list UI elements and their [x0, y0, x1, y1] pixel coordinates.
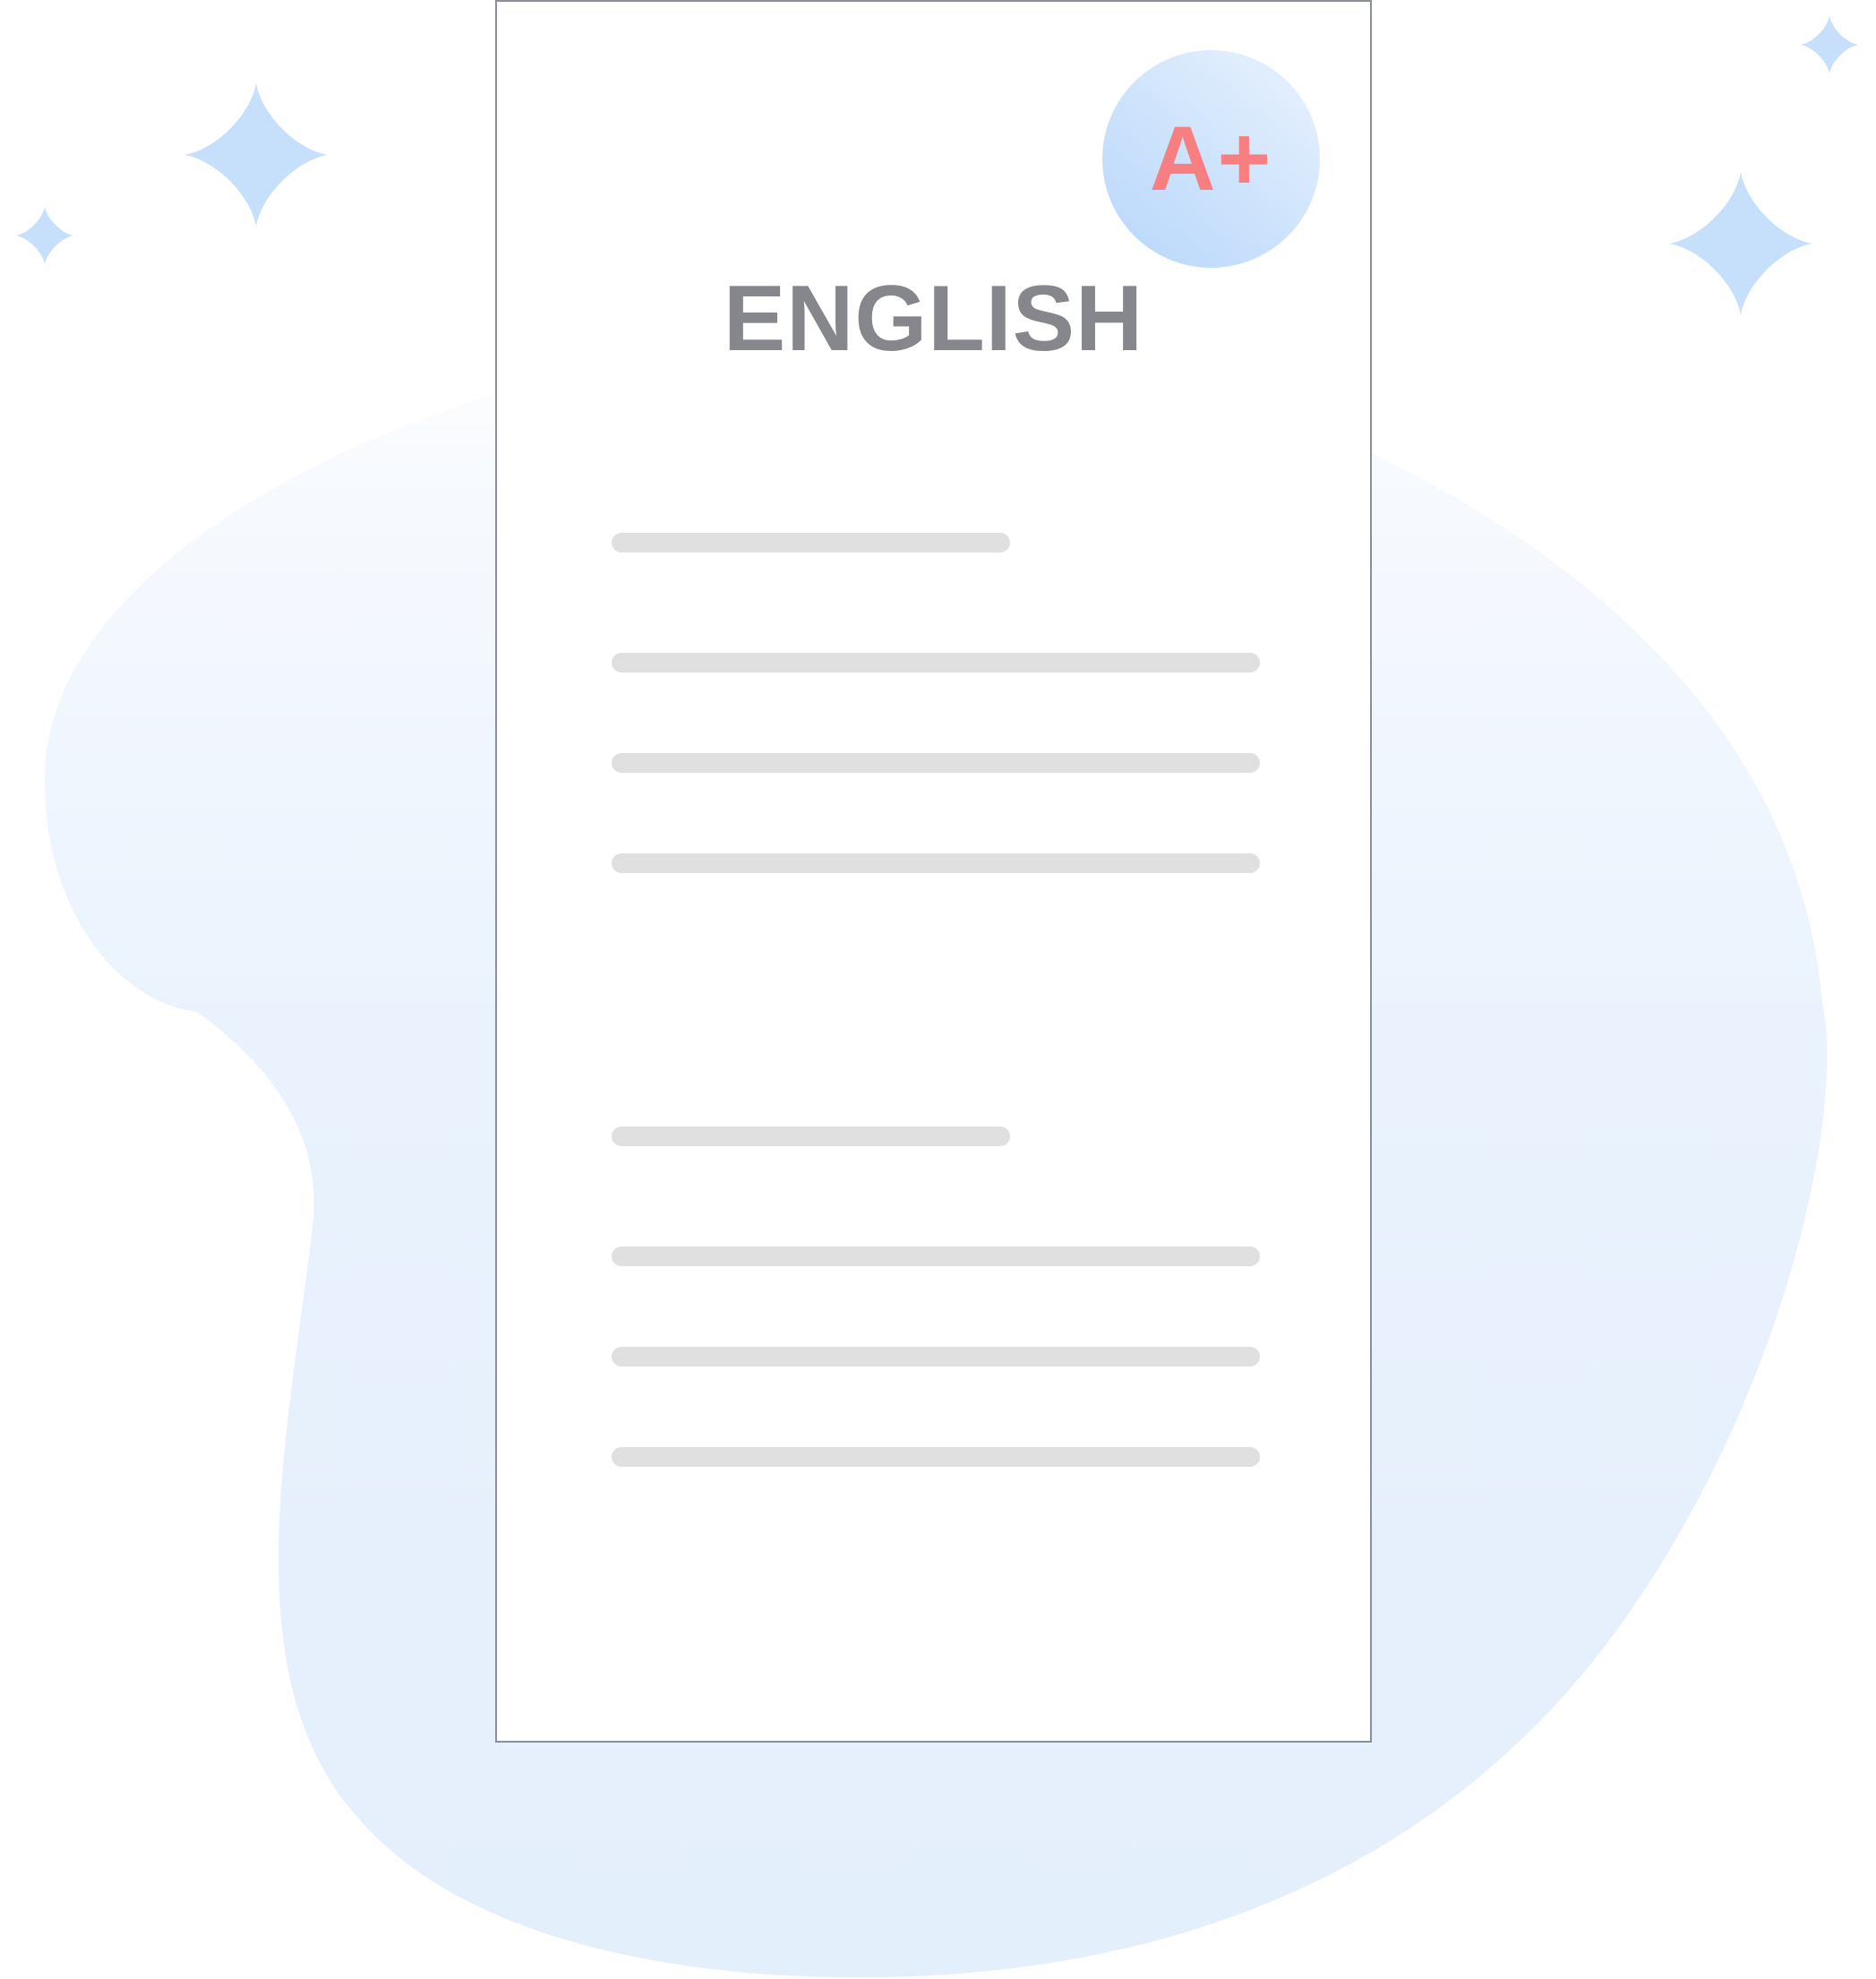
text-placeholder-line: [612, 653, 1260, 673]
sparkle-icon: [184, 83, 328, 227]
text-placeholder-line: [612, 1447, 1260, 1467]
grade-badge: A+: [1102, 50, 1320, 268]
sparkle-icon: [1669, 172, 1812, 315]
illustration: A+ ENGLISH: [0, 0, 1876, 1979]
document-title: ENGLISH: [723, 267, 1144, 371]
text-placeholder-line: [612, 1347, 1260, 1366]
text-placeholder-line: [612, 533, 1010, 553]
text-placeholder-line: [612, 753, 1260, 773]
text-placeholder-line: [612, 1247, 1260, 1266]
sparkle-icon: [16, 207, 73, 264]
text-placeholder-line: [612, 1127, 1010, 1146]
sparkle-icon: [1801, 16, 1858, 73]
document-paper: A+ ENGLISH: [495, 0, 1372, 1743]
grade-label: A+: [1149, 107, 1273, 210]
text-placeholder-line: [612, 853, 1260, 873]
